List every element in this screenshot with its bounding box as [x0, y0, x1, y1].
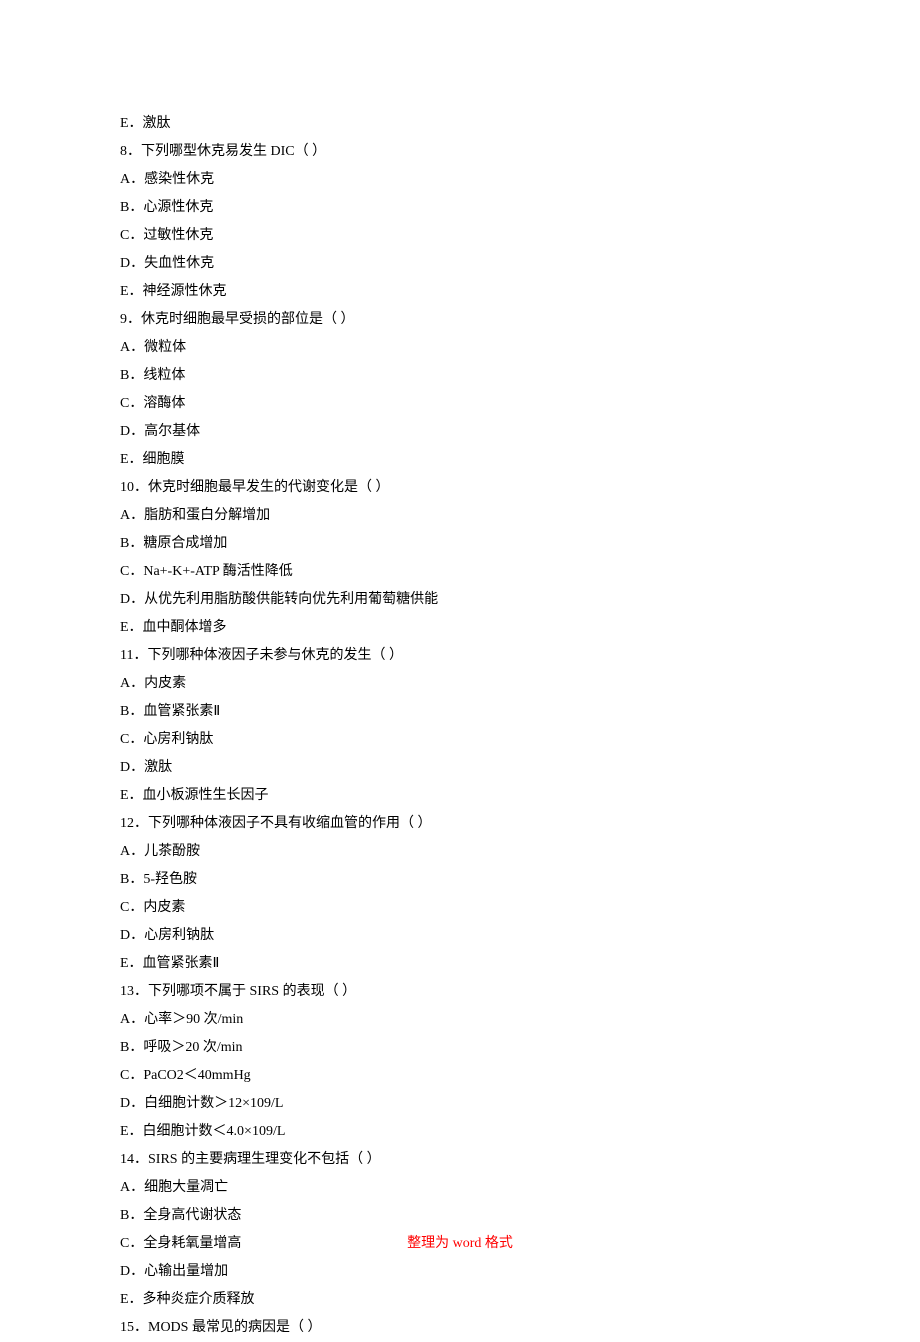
document-line: 11．下列哪种体液因子未参与休克的发生（ ） — [120, 642, 800, 670]
document-line: E．细胞膜 — [120, 446, 800, 474]
document-line: D．心房利钠肽 — [120, 922, 800, 950]
document-line: C．过敏性休克 — [120, 222, 800, 250]
document-line: B．血管紧张素Ⅱ — [120, 698, 800, 726]
document-line: D．心输出量增加 — [120, 1258, 800, 1286]
document-line: E．多种炎症介质释放 — [120, 1286, 800, 1314]
footer-text-1: 整理为 — [407, 1236, 449, 1251]
document-line: C．溶酶体 — [120, 390, 800, 418]
document-line: C．PaCO2＜40mmHg — [120, 1062, 800, 1090]
document-line: C．内皮素 — [120, 894, 800, 922]
page-footer: 整理为 word 格式 — [0, 1232, 920, 1252]
document-line: D．白细胞计数＞12×109/L — [120, 1090, 800, 1118]
document-line: D．从优先利用脂肪酸供能转向优先利用葡萄糖供能 — [120, 586, 800, 614]
document-line: B．心源性休克 — [120, 194, 800, 222]
document-line: 15．MODS 最常见的病因是（ ） — [120, 1314, 800, 1342]
document-line: 8．下列哪型休克易发生 DIC（ ） — [120, 138, 800, 166]
document-line: D．失血性休克 — [120, 250, 800, 278]
document-content: E．激肽8．下列哪型休克易发生 DIC（ ）A．感染性休克B．心源性休克C．过敏… — [0, 0, 920, 1342]
document-line: C．Na+-K+-ATP 酶活性降低 — [120, 558, 800, 586]
document-line: B．糖原合成增加 — [120, 530, 800, 558]
document-line: 10．休克时细胞最早发生的代谢变化是（ ） — [120, 474, 800, 502]
document-line: E．白细胞计数＜4.0×109/L — [120, 1118, 800, 1146]
footer-text-3: 格式 — [485, 1236, 513, 1251]
document-line: C．心房利钠肽 — [120, 726, 800, 754]
document-line: 14．SIRS 的主要病理生理变化不包括（ ） — [120, 1146, 800, 1174]
document-line: A．内皮素 — [120, 670, 800, 698]
document-line: B．全身高代谢状态 — [120, 1202, 800, 1230]
document-line: A．脂肪和蛋白分解增加 — [120, 502, 800, 530]
document-line: 13．下列哪项不属于 SIRS 的表现（ ） — [120, 978, 800, 1006]
footer-text-2: word — [449, 1236, 485, 1251]
document-line: A．儿茶酚胺 — [120, 838, 800, 866]
document-line: E．神经源性休克 — [120, 278, 800, 306]
document-line: E．血管紧张素Ⅱ — [120, 950, 800, 978]
document-line: E．血中酮体增多 — [120, 614, 800, 642]
document-line: D．高尔基体 — [120, 418, 800, 446]
document-line: B．呼吸＞20 次/min — [120, 1034, 800, 1062]
document-line: E．血小板源性生长因子 — [120, 782, 800, 810]
document-line: D．激肽 — [120, 754, 800, 782]
document-line: B．线粒体 — [120, 362, 800, 390]
document-line: A．细胞大量凋亡 — [120, 1174, 800, 1202]
document-line: B．5-羟色胺 — [120, 866, 800, 894]
document-line: 9．休克时细胞最早受损的部位是（ ） — [120, 306, 800, 334]
document-line: A．感染性休克 — [120, 166, 800, 194]
document-line: A．微粒体 — [120, 334, 800, 362]
document-line: A．心率＞90 次/min — [120, 1006, 800, 1034]
document-line: E．激肽 — [120, 110, 800, 138]
document-line: 12．下列哪种体液因子不具有收缩血管的作用（ ） — [120, 810, 800, 838]
